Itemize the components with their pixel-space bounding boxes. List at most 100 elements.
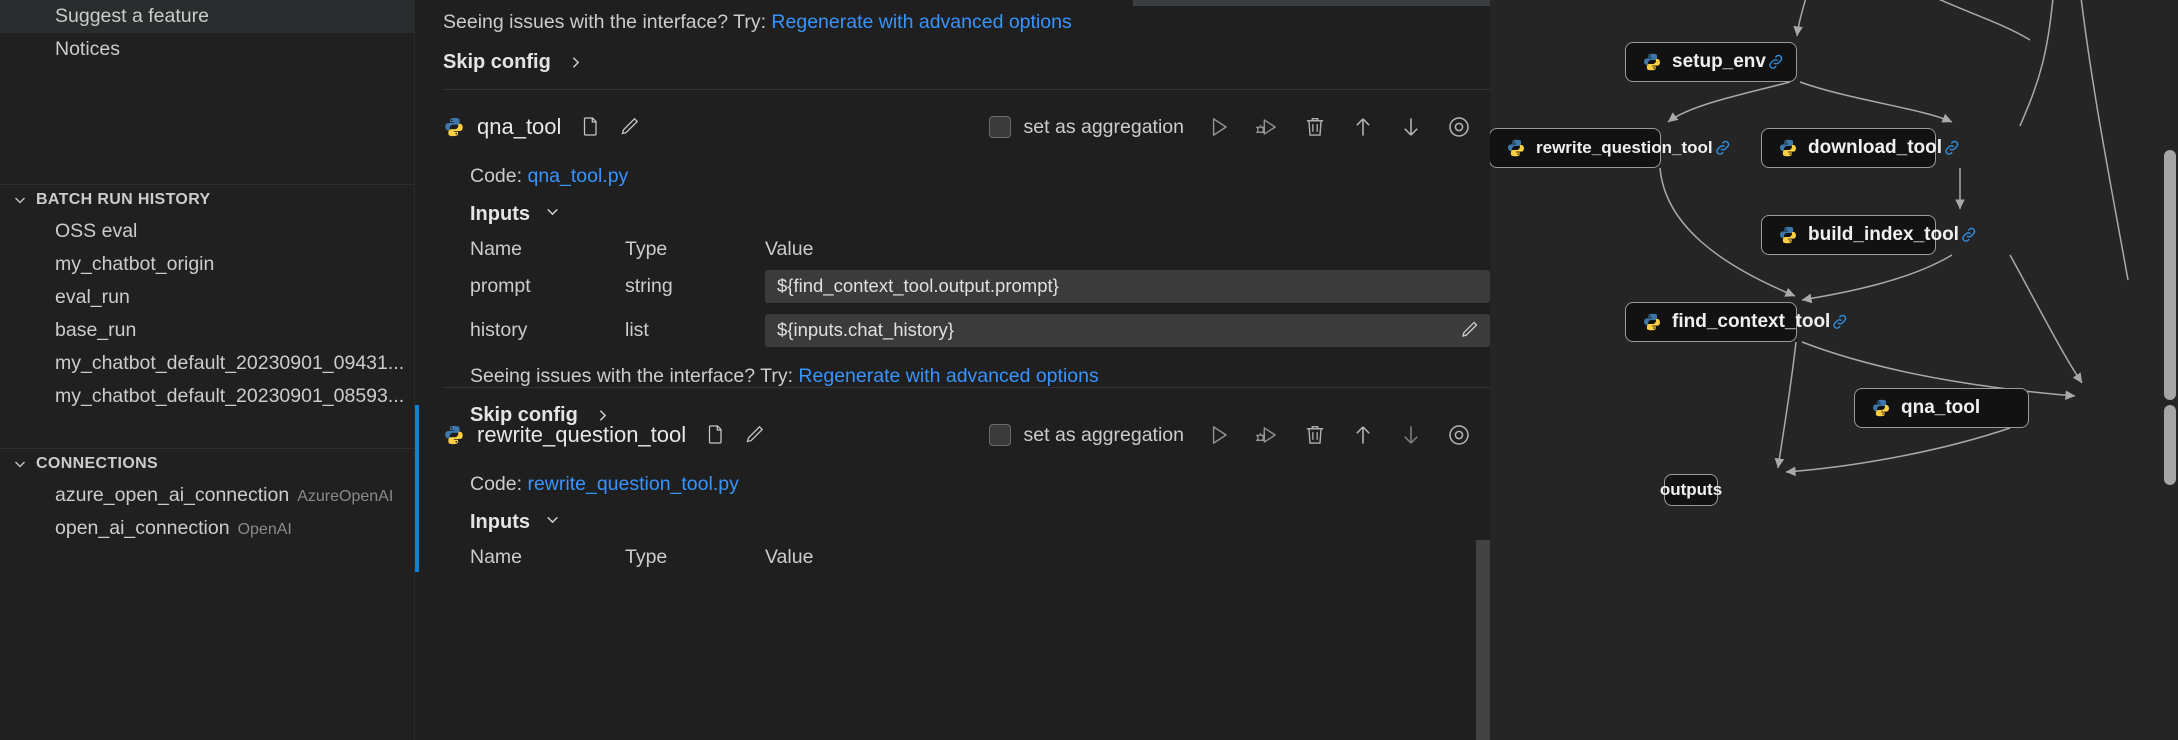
skip-config-button[interactable]: Skip config (443, 51, 1472, 74)
set-as-aggregation-checkbox[interactable] (989, 424, 1011, 446)
connection-item-open-ai[interactable]: open_ai_connectionOpenAI (0, 512, 414, 545)
sidebar-spacer-2 (0, 413, 414, 448)
input-value-field-prompt[interactable]: ${find_context_tool.output.prompt} (765, 270, 1490, 303)
debug-run-icon[interactable] (1254, 114, 1280, 140)
inputs-table-header-row: Name Type Value (470, 542, 1490, 572)
code-label: Code: (470, 165, 522, 187)
graph-node-label: build_index_tool (1808, 224, 1959, 246)
link-icon[interactable] (1713, 138, 1733, 158)
graph-node-download-tool[interactable]: download_tool (1761, 128, 1936, 168)
run-item-label: my_chatbot_default_20230901_09431... (55, 352, 404, 374)
tool-editor-panel: Seeing issues with the interface? Try: R… (415, 0, 1490, 740)
code-file-row: Code: qna_tool.py (470, 165, 1472, 188)
locate-target-icon[interactable] (1446, 422, 1472, 448)
run-item-label: OSS eval (55, 220, 137, 242)
graph-node-qna-tool[interactable]: qna_tool (1854, 388, 2029, 428)
chevron-down-icon (10, 454, 30, 474)
code-file-link[interactable]: qna_tool.py (527, 165, 628, 187)
run-item-my-chatbot-origin[interactable]: my_chatbot_origin (0, 248, 414, 281)
link-icon[interactable] (1766, 52, 1786, 72)
copy-icon[interactable] (577, 115, 601, 139)
input-type-cell: list (625, 308, 765, 352)
sidebar-item-label: Suggest a feature (55, 5, 209, 27)
set-as-aggregation-checkbox[interactable] (989, 116, 1011, 138)
graph-node-find-context-tool[interactable]: find_context_tool (1625, 302, 1797, 342)
card-divider (443, 89, 1490, 90)
connection-item-azure-open-ai[interactable]: azure_open_ai_connectionAzureOpenAI (0, 479, 414, 512)
chevron-down-icon (544, 203, 561, 226)
column-header-value: Value (765, 542, 1490, 572)
inputs-table: Name Type Value (470, 542, 1490, 572)
inputs-section-header[interactable]: Inputs (470, 203, 1472, 226)
python-icon (1642, 312, 1662, 332)
link-icon[interactable] (1830, 312, 1850, 332)
interface-hint-row: Seeing issues with the interface? Try: R… (470, 362, 1472, 390)
input-type-cell: string (625, 264, 765, 308)
code-file-row: Code: rewrite_question_tool.py (470, 473, 1472, 496)
batch-run-history-section: BATCH RUN HISTORY OSS eval my_chatbot_or… (0, 184, 414, 413)
run-item-label: base_run (55, 319, 136, 341)
run-item-my-chatbot-default-09431[interactable]: my_chatbot_default_20230901_09431... (0, 347, 414, 380)
move-down-arrow-icon[interactable] (1398, 114, 1424, 140)
editor-scrollbar-thumb[interactable] (1476, 540, 1490, 740)
run-play-icon[interactable] (1206, 422, 1232, 448)
column-header-type: Type (625, 542, 765, 572)
python-icon (1778, 138, 1798, 158)
run-item-eval-run[interactable]: eval_run (0, 281, 414, 314)
graph-node-label: rewrite_question_tool (1536, 138, 1713, 158)
input-name-cell: prompt (470, 264, 625, 308)
card-divider (443, 387, 1490, 388)
connections-header[interactable]: CONNECTIONS (0, 449, 414, 479)
code-label: Code: (470, 473, 522, 495)
graph-node-setup-env[interactable]: setup_env (1625, 42, 1797, 82)
edit-pencil-icon[interactable] (1458, 319, 1480, 341)
graph-node-outputs[interactable]: outputs (1664, 474, 1718, 506)
input-name-cell: history (470, 308, 625, 352)
value-field-partial (1133, 0, 1490, 6)
chevron-right-icon (567, 54, 584, 71)
run-play-icon[interactable] (1206, 114, 1232, 140)
inputs-section-header[interactable]: Inputs (470, 511, 1472, 534)
run-item-base-run[interactable]: base_run (0, 314, 414, 347)
chevron-down-icon (544, 511, 561, 534)
locate-target-icon[interactable] (1446, 114, 1472, 140)
run-item-my-chatbot-default-08593[interactable]: my_chatbot_default_20230901_08593... (0, 380, 414, 413)
sidebar-item-suggest-a-feature[interactable]: Suggest a feature (0, 0, 414, 33)
run-item-label: my_chatbot_default_20230901_08593... (55, 385, 404, 407)
input-row-prompt: prompt string ${find_context_tool.output… (470, 264, 1490, 308)
graph-node-rewrite-question-tool[interactable]: rewrite_question_tool (1490, 128, 1661, 168)
input-value-cell: ${find_context_tool.output.prompt} (765, 264, 1490, 308)
inputs-label: Inputs (470, 511, 530, 534)
sidebar-top-list: Suggest a feature Notices (0, 0, 414, 66)
skip-config-label: Skip config (443, 51, 551, 74)
debug-run-icon[interactable] (1254, 422, 1280, 448)
tool-header-actions: set as aggregation (989, 114, 1472, 140)
edit-pencil-icon[interactable] (742, 423, 766, 447)
delete-trash-icon[interactable] (1302, 114, 1328, 140)
sidebar-spacer (0, 66, 414, 184)
sidebar: Suggest a feature Notices BATCH RUN HIST… (0, 0, 415, 740)
input-value-field-history[interactable]: ${inputs.chat_history} (765, 314, 1490, 347)
link-icon[interactable] (1942, 138, 1962, 158)
edit-pencil-icon[interactable] (617, 115, 641, 139)
inputs-table: Name Type Value prompt string ${find_con… (470, 234, 1490, 352)
move-down-arrow-icon[interactable] (1398, 422, 1424, 448)
link-icon[interactable] (1959, 225, 1979, 245)
regenerate-advanced-options-link[interactable]: Regenerate with advanced options (798, 365, 1098, 387)
graph-node-build-index-tool[interactable]: build_index_tool (1761, 215, 1936, 255)
code-file-link[interactable]: rewrite_question_tool.py (527, 473, 738, 495)
move-up-arrow-icon[interactable] (1350, 114, 1376, 140)
move-up-arrow-icon[interactable] (1350, 422, 1376, 448)
graph-scrollbar-thumb-lower[interactable] (2164, 405, 2176, 485)
graph-node-label: outputs (1660, 480, 1722, 500)
copy-icon[interactable] (702, 423, 726, 447)
batch-run-history-header[interactable]: BATCH RUN HISTORY (0, 185, 414, 215)
delete-trash-icon[interactable] (1302, 422, 1328, 448)
flow-graph-panel[interactable]: setup_env rewrite_question_tool (1490, 0, 2178, 740)
sidebar-item-notices[interactable]: Notices (0, 33, 414, 66)
graph-scrollbar-thumb[interactable] (2164, 150, 2176, 400)
run-item-oss-eval[interactable]: OSS eval (0, 215, 414, 248)
regenerate-advanced-options-link[interactable]: Regenerate with advanced options (771, 11, 1071, 33)
column-header-value: Value (765, 234, 1490, 264)
section-title: CONNECTIONS (36, 449, 158, 479)
